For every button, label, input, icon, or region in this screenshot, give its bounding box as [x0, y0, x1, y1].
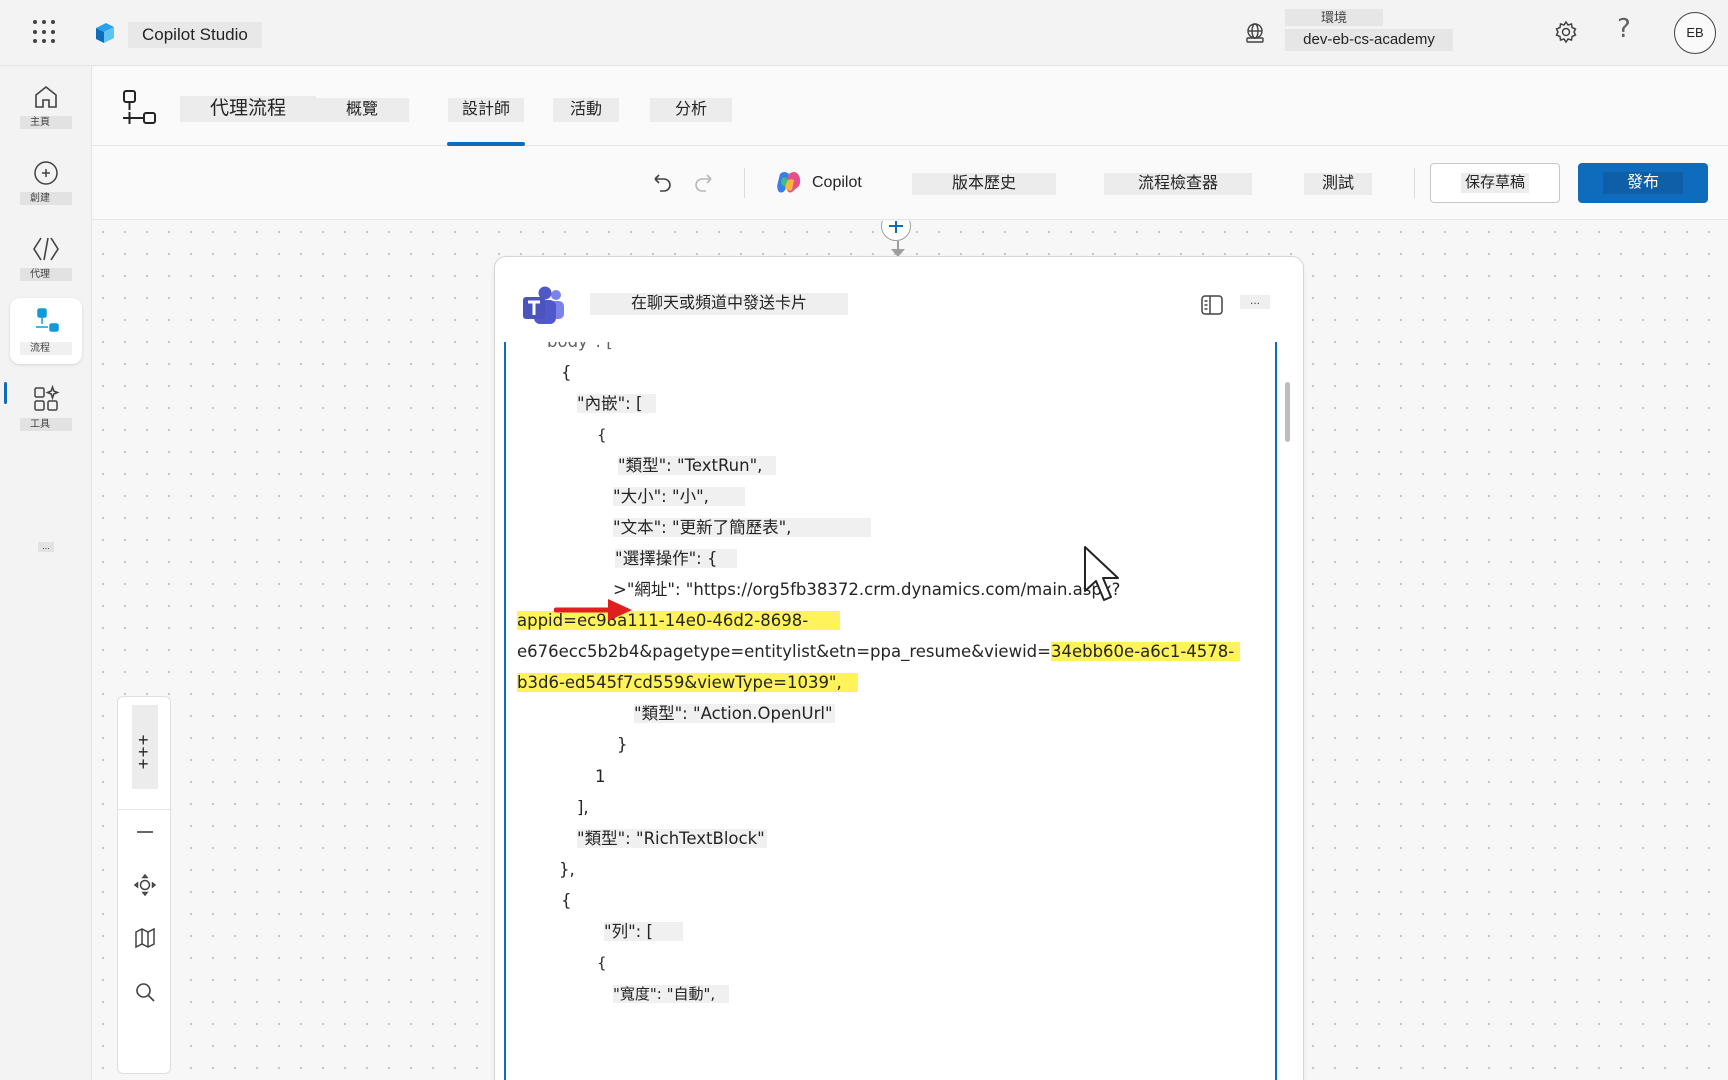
rail-item-flows[interactable]: 流程 [10, 298, 82, 364]
code-line: "選擇操作": { [615, 548, 738, 570]
code-line: "列": [ [604, 921, 683, 943]
environment-icon[interactable] [1242, 20, 1268, 46]
rail-item-tools[interactable]: 工具 [10, 376, 82, 438]
code-line: ], [577, 798, 589, 817]
zoom-out-button[interactable] [118, 807, 172, 857]
page-title: 代理流程 [180, 96, 317, 122]
card-header: 在聊天或頻道中發送卡片 ... [495, 257, 1303, 341]
home-icon [35, 85, 57, 108]
rail-item-label: 代理 [20, 268, 72, 281]
zoom-in-icon: + [138, 754, 149, 774]
search-icon [136, 983, 155, 1002]
minimap-button[interactable] [118, 913, 172, 963]
zoom-in-button[interactable]: + + + [132, 705, 158, 789]
copilot-icon [777, 172, 801, 193]
rail-item-agents[interactable]: 代理 [10, 226, 82, 288]
red-arrow-annotation [554, 599, 632, 621]
search-button[interactable] [118, 967, 172, 1017]
rail-active-indicator [4, 382, 7, 404]
toolbar-divider [1414, 168, 1415, 198]
copilot-button[interactable]: Copilot [812, 172, 862, 194]
environment-name[interactable]: dev-eb-cs-academy [1285, 29, 1453, 51]
code-line-url: >"網址": "https://org5fb38372.crm.dynamics… [613, 580, 1121, 599]
code-line: }, [559, 860, 575, 879]
more-options-button[interactable]: ... [1240, 294, 1270, 309]
minimap-icon [135, 927, 155, 949]
code-line-highlighted: b3d6-ed545f7cd559&viewType=1039", [517, 672, 858, 694]
tab-activity[interactable]: 活動 [553, 98, 619, 122]
flow-checker-button[interactable]: 流程檢查器 [1104, 173, 1252, 195]
code-line: "類型": "TextRun", [618, 455, 777, 477]
side-panel-icon[interactable] [1200, 294, 1224, 316]
rail-item-label: 流程 [20, 342, 72, 355]
undo-icon[interactable] [650, 170, 674, 194]
card-title: 在聊天或頻道中發送卡片 [590, 293, 848, 315]
zoom-controls: + + + [117, 696, 172, 1074]
rail-item-label: 創建 [20, 192, 72, 205]
rail-item-home[interactable]: 主頁 [10, 74, 82, 136]
version-history-button[interactable]: 版本歷史 [912, 173, 1056, 195]
toolbar-divider [744, 168, 745, 198]
tab-analytics[interactable]: 分析 [650, 98, 732, 122]
rail-more-button[interactable]: ... [38, 542, 54, 552]
code-line: body": [ [547, 342, 613, 353]
card-scrollbar[interactable] [1285, 382, 1290, 442]
fit-view-icon [133, 873, 157, 897]
agent-icon [33, 237, 59, 261]
save-draft-label: 保存草稿 [1461, 173, 1529, 193]
mouse-cursor-icon [1084, 546, 1119, 601]
rail-item-create[interactable]: 創建 [10, 150, 82, 212]
help-icon[interactable]: ? [1617, 14, 1631, 44]
code-line: "類型": "RichTextBlock" [577, 829, 767, 848]
tab-designer[interactable]: 設計師 [448, 98, 524, 122]
code-line: { [597, 954, 607, 972]
fit-view-button[interactable] [118, 860, 172, 910]
app-title[interactable]: Copilot Studio [128, 22, 262, 48]
save-draft-button[interactable]: 保存草稿 [1430, 163, 1560, 203]
flow-canvas[interactable]: 在聊天或頻道中發送卡片 ... body": [ { "內嵌": [ { "類型… [92, 221, 1728, 1080]
tab-overview[interactable]: 概覽 [315, 98, 409, 122]
code-line: { [561, 363, 572, 382]
tools-icon [34, 384, 60, 411]
code-line: "大小": "小", [613, 486, 745, 508]
publish-label: 發布 [1603, 172, 1683, 194]
adaptive-card-json-editor[interactable]: body": [ { "內嵌": [ { "類型": "TextRun", "大… [504, 342, 1277, 1080]
code-line: 1 [595, 767, 606, 786]
app-launcher-icon[interactable] [33, 20, 57, 44]
page-header: 代理流程 概覽 設計師 活動 分析 [92, 66, 1728, 146]
publish-button[interactable]: 發布 [1578, 163, 1708, 203]
code-line: "文本": "更新了簡歷表", [613, 517, 872, 539]
add-icon [34, 161, 58, 185]
copilot-studio-logo [96, 23, 114, 43]
agent-flow-icon [123, 90, 156, 124]
code-line: "寬度": "自動", [613, 983, 730, 1005]
test-button[interactable]: 測試 [1304, 173, 1372, 195]
zoom-out-icon [137, 831, 153, 833]
code-line: { [561, 891, 572, 910]
left-rail: 主頁 創建 代理 流程 工具 ... [0, 66, 92, 1080]
redo-icon[interactable] [692, 170, 716, 194]
code-line-url: e676ecc5b2b4&pagetype=entitylist&etn=ppa… [517, 641, 1241, 663]
avatar[interactable]: EB [1674, 12, 1716, 54]
code-line: } [617, 735, 628, 754]
add-step-button[interactable] [881, 221, 911, 241]
action-card[interactable]: 在聊天或頻道中發送卡片 ... body": [ { "內嵌": [ { "類型… [494, 256, 1304, 1080]
code-line: "類型": "Action.OpenUrl" [634, 704, 835, 723]
teams-icon [523, 286, 564, 324]
code-line: { [597, 426, 607, 444]
rail-item-label: 工具 [20, 418, 72, 431]
rail-item-label: 主頁 [20, 116, 72, 129]
gear-icon[interactable] [1553, 19, 1579, 45]
top-bar: Copilot Studio 環境 dev-eb-cs-academy ? EB [0, 0, 1728, 66]
flow-icon [36, 308, 59, 332]
designer-toolbar: Copilot 版本歷史 流程檢查器 測試 保存草稿 發布 [92, 146, 1728, 220]
environment-label: 環境 [1285, 9, 1383, 26]
code-line: "內嵌": [ [577, 393, 657, 415]
